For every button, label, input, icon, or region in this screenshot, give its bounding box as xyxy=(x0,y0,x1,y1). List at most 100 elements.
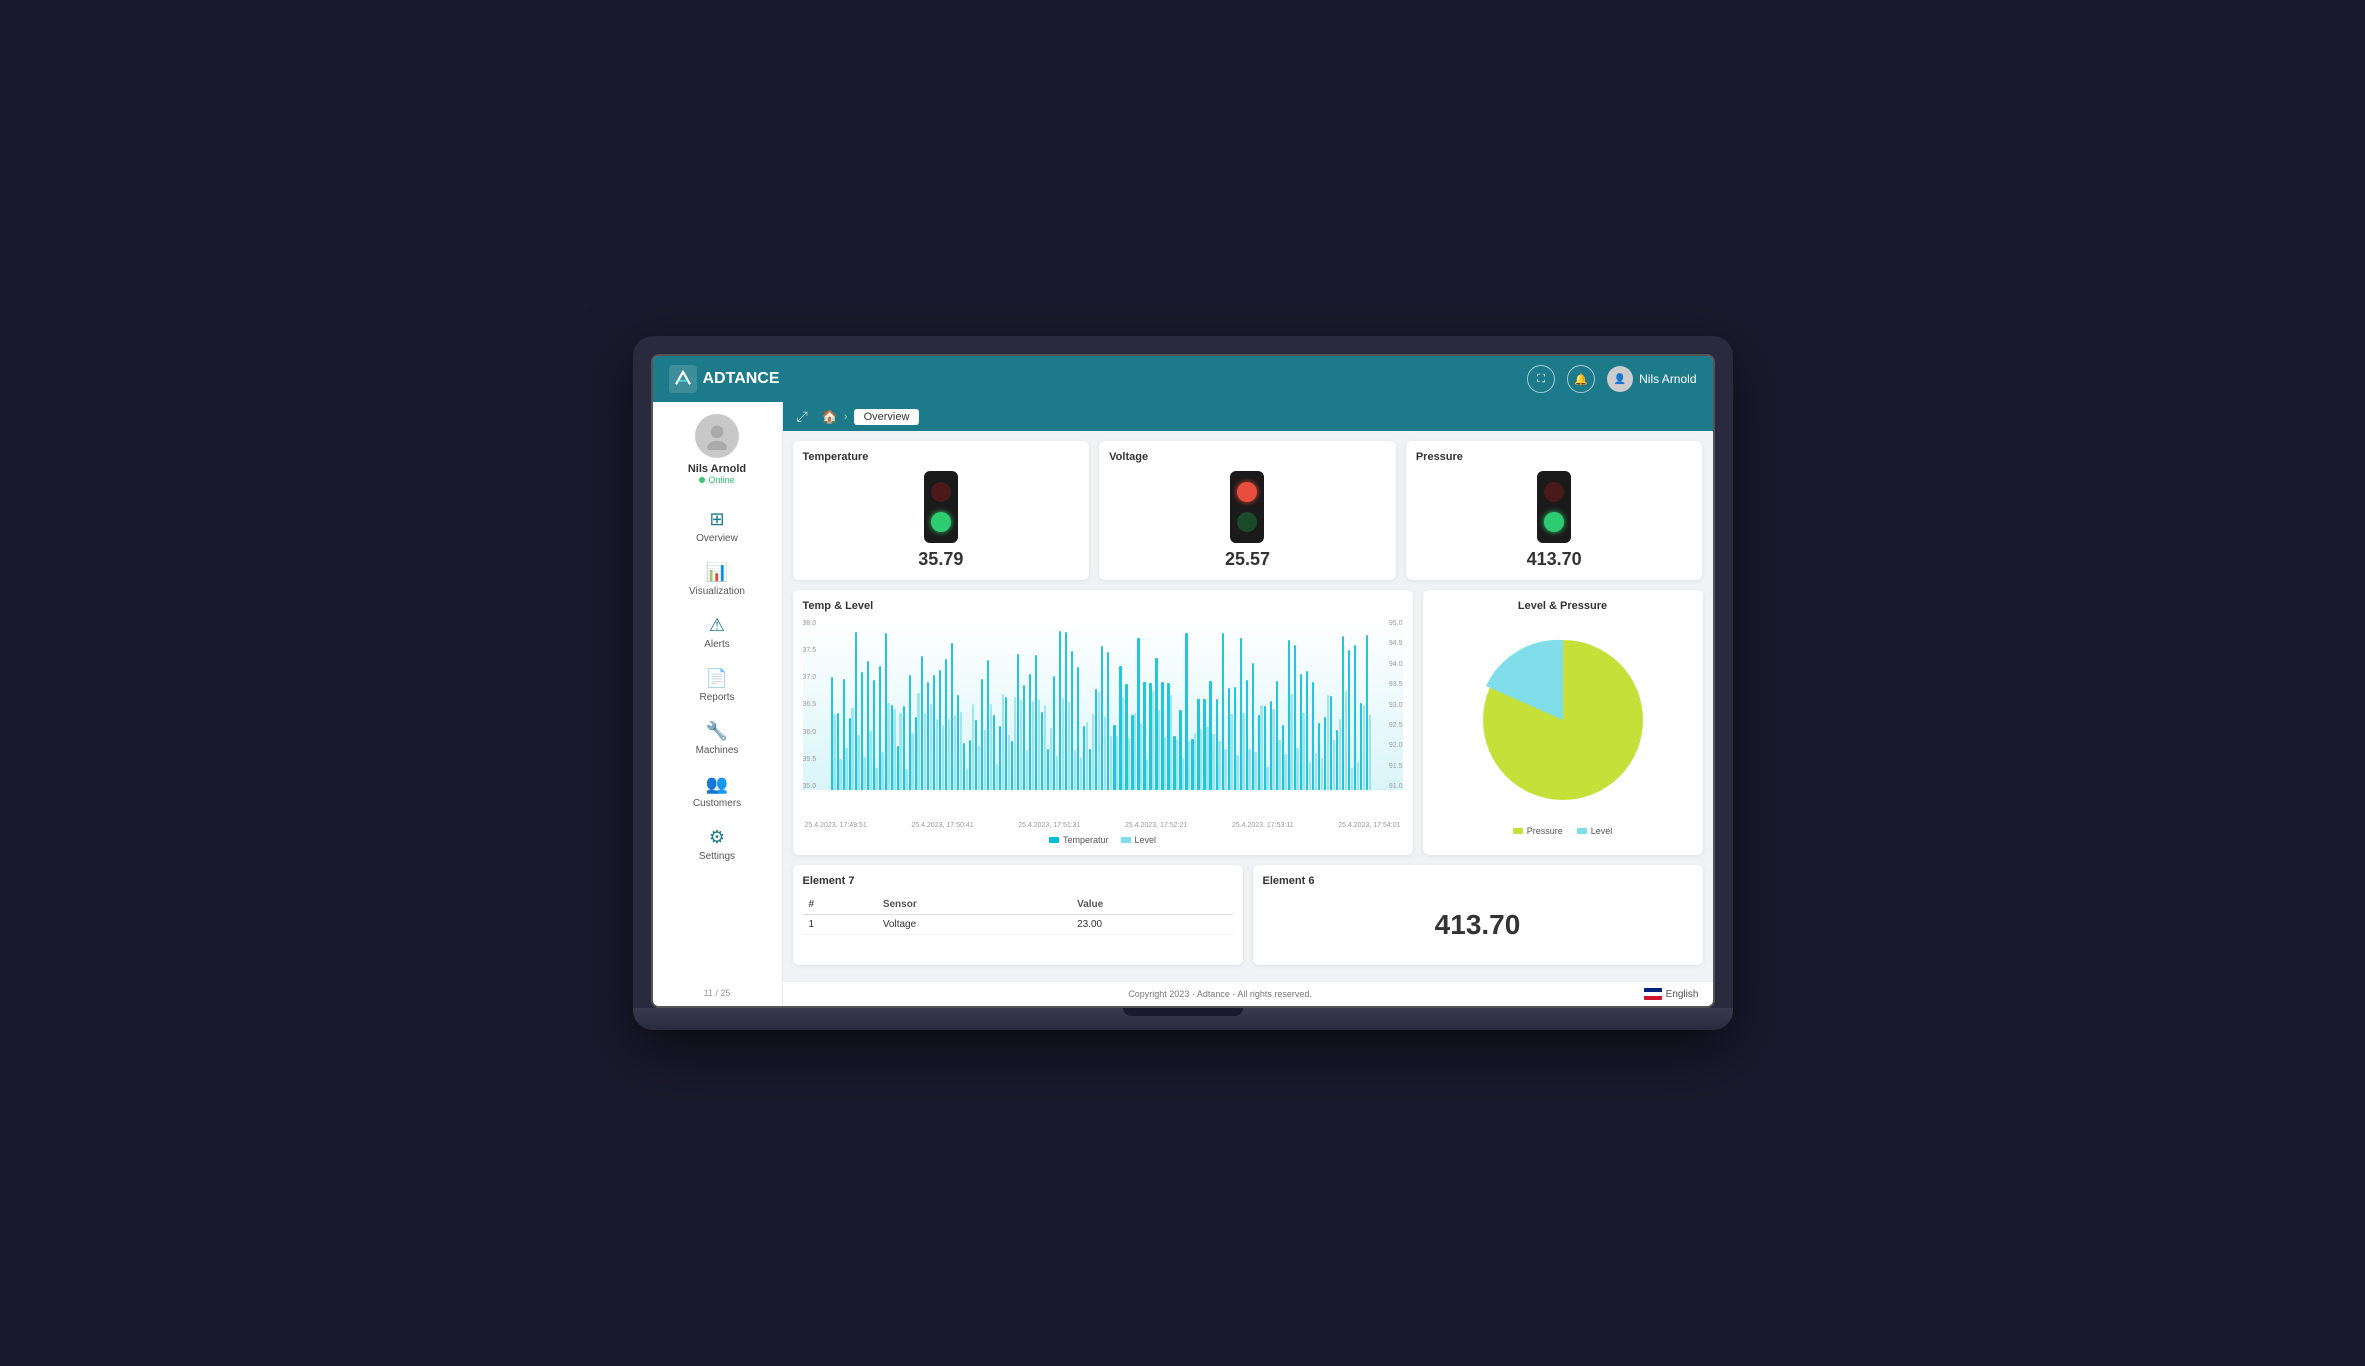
bar-group xyxy=(1017,654,1022,790)
pressure-value: 413.70 xyxy=(1527,549,1582,570)
bar-group xyxy=(1300,674,1305,790)
bar-group xyxy=(1216,699,1221,790)
bar-group xyxy=(945,659,950,790)
legend-temp: Temperatur xyxy=(1049,835,1109,845)
flag-icon xyxy=(1644,988,1662,1000)
bar-group xyxy=(993,715,998,790)
pie-legend-level: Level xyxy=(1577,826,1613,836)
bar-group xyxy=(1354,645,1359,790)
bar-group xyxy=(1294,645,1299,790)
bar-group xyxy=(837,713,842,790)
sidebar-item-machines[interactable]: 🔧 Machines xyxy=(653,713,782,764)
breadcrumb-current: Overview xyxy=(854,409,920,425)
top-right: ⛶ 🔔 👤 Nils Arnold xyxy=(1527,365,1696,393)
bar-group xyxy=(879,666,884,790)
breadcrumb-home[interactable]: 🏠 xyxy=(822,409,838,425)
footer-bar: Copyright 2023 · Adtance · All rights re… xyxy=(783,981,1713,1006)
main-grid: Temperature 35.79 Voltage xyxy=(783,431,1713,981)
bar-group xyxy=(933,675,938,790)
bar-group xyxy=(885,633,890,790)
legend-level: Level xyxy=(1121,835,1157,845)
user-avatar-top: 👤 xyxy=(1607,366,1633,392)
visualization-icon: 📊 xyxy=(706,562,728,583)
voltage-traffic-light xyxy=(1230,471,1264,543)
bar-group xyxy=(1143,682,1148,790)
pie-legend: Pressure Level xyxy=(1513,826,1613,836)
bar-group xyxy=(963,743,968,790)
customers-icon: 👥 xyxy=(706,774,728,795)
table-row: 1 Voltage 23.00 xyxy=(803,915,1233,935)
bar-group xyxy=(1191,733,1196,790)
col-value: Value xyxy=(1071,895,1232,915)
bar-group xyxy=(1155,658,1160,790)
chart-x-labels: 25.4.2023, 17:49:51 25.4.2023, 17:50:41 … xyxy=(803,820,1403,829)
sidebar: Nils Arnold Online ⊞ Overview 📊 Visualiz… xyxy=(653,402,783,1006)
bar-group xyxy=(1107,652,1112,790)
bar-group xyxy=(1276,681,1281,790)
bar-group xyxy=(981,679,986,790)
bar-group xyxy=(849,708,854,790)
bar-group xyxy=(1342,636,1347,790)
bar-group xyxy=(927,682,932,790)
sidebar-item-reports[interactable]: 📄 Reports xyxy=(653,660,782,711)
bar-group xyxy=(975,720,980,790)
logo: ADTANCE xyxy=(669,365,780,393)
temperature-title: Temperature xyxy=(803,451,869,463)
sidebar-item-visualization[interactable]: 📊 Visualization xyxy=(653,554,782,605)
bar-group xyxy=(1366,635,1371,790)
metric-card-pressure: Pressure 413.70 xyxy=(1406,441,1703,580)
expand-button[interactable]: ⤢ xyxy=(797,408,808,425)
element7-card: Element 7 # Sensor Value xyxy=(793,865,1243,965)
bar-group xyxy=(891,705,896,790)
bar-group xyxy=(1035,655,1040,790)
pie-level-dot xyxy=(1577,828,1587,834)
bar-group xyxy=(1023,685,1028,790)
bar-group xyxy=(1324,695,1329,790)
user-status: Online xyxy=(699,475,734,485)
bar-group xyxy=(831,677,836,790)
user-chip: 👤 Nils Arnold xyxy=(1607,366,1696,392)
bar-group xyxy=(1234,687,1239,790)
voltage-title: Voltage xyxy=(1109,451,1148,463)
bar-group xyxy=(1089,714,1094,790)
settings-icon: ⚙ xyxy=(709,827,725,848)
bar-group xyxy=(1041,705,1046,790)
chart-y-left: 38.0 37.5 37.0 36.5 36.0 35.5 35.0 xyxy=(803,620,817,790)
status-dot xyxy=(699,477,705,483)
bar-group xyxy=(1246,680,1251,790)
temperature-value: 35.79 xyxy=(918,549,963,570)
bar-group xyxy=(1240,638,1245,790)
footer-language[interactable]: English xyxy=(1644,988,1699,1000)
bar-group xyxy=(1173,736,1178,791)
voltage-value: 25.57 xyxy=(1225,549,1270,570)
bottom-row: Element 7 # Sensor Value xyxy=(793,865,1703,965)
alerts-icon: ⚠ xyxy=(709,615,725,636)
bar-group xyxy=(1011,697,1016,790)
laptop-shell: ADTANCE ⛶ 🔔 👤 Nils Arnold xyxy=(633,336,1733,1030)
sidebar-item-customers[interactable]: 👥 Customers xyxy=(653,766,782,817)
bar-group xyxy=(1125,684,1130,790)
fullscreen-button[interactable]: ⛶ xyxy=(1527,365,1555,393)
temp-level-card: Temp & Level 38.0 37.5 37.0 36.5 36.0 35… xyxy=(793,590,1413,855)
bar-group xyxy=(861,672,866,790)
pressure-traffic-light xyxy=(1537,471,1571,543)
bar-group xyxy=(1077,667,1082,790)
bar-group xyxy=(1282,725,1287,790)
user-avatar xyxy=(695,414,739,458)
temperature-green-light xyxy=(931,512,951,532)
chart-y-right: 95.0 94.5 94.0 93.5 93.0 92.5 92.0 91.5 xyxy=(1389,620,1403,790)
sidebar-item-settings[interactable]: ⚙ Settings xyxy=(653,819,782,870)
bar-group xyxy=(1065,632,1070,790)
bar-group xyxy=(1167,683,1172,790)
bar-group xyxy=(1197,699,1202,790)
bar-group xyxy=(1071,651,1076,790)
pie-pressure-dot xyxy=(1513,828,1523,834)
bar-group xyxy=(1149,683,1154,790)
legend-level-dot xyxy=(1121,837,1131,843)
sidebar-item-overview[interactable]: ⊞ Overview xyxy=(653,501,782,552)
notification-button[interactable]: 🔔 xyxy=(1567,365,1595,393)
bar-group xyxy=(1005,697,1010,790)
sidebar-item-alerts[interactable]: ⚠ Alerts xyxy=(653,607,782,658)
element6-value: 413.70 xyxy=(1263,895,1693,955)
bar-group xyxy=(1083,722,1088,790)
